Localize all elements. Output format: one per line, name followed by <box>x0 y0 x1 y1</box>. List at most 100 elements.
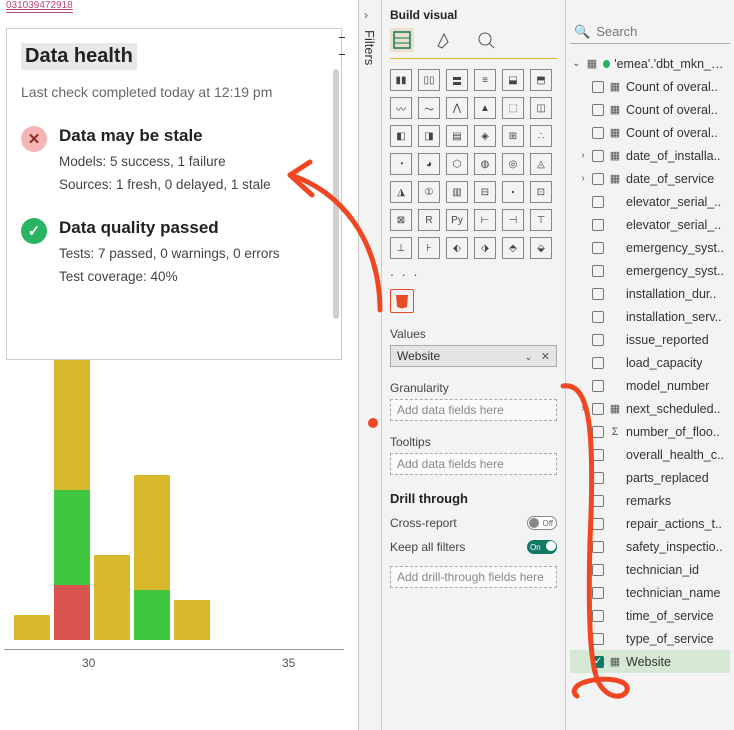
viz-type-39[interactable]: ⬗ <box>474 237 496 259</box>
field-installation_serv[interactable]: installation_serv.. <box>570 305 730 328</box>
viz-type-40[interactable]: ⬘ <box>502 237 524 259</box>
remove-field-icon[interactable]: ✕ <box>541 351 550 363</box>
viz-type-15[interactable]: ◈ <box>474 125 496 147</box>
more-visuals[interactable]: . . . <box>390 263 557 279</box>
field-checkbox[interactable] <box>592 633 604 645</box>
field-checkbox[interactable] <box>592 426 604 438</box>
viz-type-16[interactable]: ⊞ <box>502 125 524 147</box>
field-dropdown-icon[interactable]: ⌄ <box>524 352 532 363</box>
field-checkbox[interactable] <box>592 472 604 484</box>
viz-type-9[interactable]: ▲ <box>474 97 496 119</box>
viz-type-6[interactable]: 〰 <box>390 97 412 119</box>
format-visual-tab[interactable] <box>432 28 456 52</box>
viz-type-29[interactable]: ⊡ <box>530 181 552 203</box>
scrollbar[interactable] <box>333 69 339 319</box>
field-emergency_syst[interactable]: emergency_syst.. <box>570 236 730 259</box>
viz-type-10[interactable]: ⬚ <box>502 97 524 119</box>
viz-type-25[interactable]: ① <box>418 181 440 203</box>
viz-type-17[interactable]: ∴ <box>530 125 552 147</box>
bar-29[interactable] <box>54 360 90 640</box>
field-checkbox[interactable] <box>592 357 604 369</box>
field-checkbox[interactable] <box>592 403 604 415</box>
analytics-tab[interactable] <box>474 28 498 52</box>
bar-30[interactable] <box>94 555 130 640</box>
bar-32[interactable] <box>174 600 210 640</box>
viz-type-37[interactable]: ⊦ <box>418 237 440 259</box>
field-technician_id[interactable]: technician_id <box>570 558 730 581</box>
viz-type-31[interactable]: R <box>418 209 440 231</box>
field-checkbox[interactable] <box>592 219 604 231</box>
bar-chart[interactable]: 30 35 <box>4 370 344 690</box>
viz-type-19[interactable]: ◕ <box>418 153 440 175</box>
viz-type-21[interactable]: ◍ <box>474 153 496 175</box>
drillthrough-well[interactable]: Add drill-through fields here <box>390 566 557 588</box>
cross-report-toggle[interactable]: Off <box>527 516 557 530</box>
search-input[interactable] <box>596 24 726 39</box>
field-checkbox[interactable] <box>592 518 604 530</box>
field-checkbox[interactable] <box>592 334 604 346</box>
viz-type-5[interactable]: ⬒ <box>530 69 552 91</box>
viz-type-22[interactable]: ◎ <box>502 153 524 175</box>
field-checkbox[interactable] <box>592 311 604 323</box>
expand-icon[interactable]: › <box>578 173 588 184</box>
field-repair_actions_t[interactable]: repair_actions_t.. <box>570 512 730 535</box>
report-canvas[interactable]: 031039472918 Data health Last check comp… <box>0 0 358 730</box>
field-checkbox[interactable] <box>592 380 604 392</box>
field-issue_reported[interactable]: issue_reported <box>570 328 730 351</box>
field-checkbox[interactable] <box>592 81 604 93</box>
field-checkbox[interactable] <box>592 610 604 622</box>
viz-type-20[interactable]: ⬡ <box>446 153 468 175</box>
field-checkbox[interactable] <box>592 587 604 599</box>
viz-type-35[interactable]: ⊤ <box>530 209 552 231</box>
viz-type-34[interactable]: ⊣ <box>502 209 524 231</box>
viz-type-28[interactable]: ⬝ <box>502 181 524 203</box>
html-custom-visual[interactable] <box>390 289 414 313</box>
field-Countofoveral[interactable]: ▦Count of overal.. <box>570 75 730 98</box>
viz-type-8[interactable]: ⋀ <box>446 97 468 119</box>
field-checkbox[interactable] <box>592 564 604 576</box>
field-number_of_floo[interactable]: Σnumber_of_floo.. <box>570 420 730 443</box>
field-load_capacity[interactable]: load_capacity <box>570 351 730 374</box>
field-remarks[interactable]: remarks <box>570 489 730 512</box>
field-type_of_service[interactable]: type_of_service <box>570 627 730 650</box>
viz-type-36[interactable]: ⊥ <box>390 237 412 259</box>
viz-type-1[interactable]: ▯▯ <box>418 69 440 91</box>
viz-type-38[interactable]: ⬖ <box>446 237 468 259</box>
field-checkbox[interactable] <box>592 173 604 185</box>
resize-handle[interactable] <box>339 37 345 55</box>
values-field-well[interactable]: Website ⌄✕ <box>390 345 557 367</box>
field-elevator_serial_[interactable]: elevator_serial_.. <box>570 190 730 213</box>
collapse-icon[interactable]: ⌄ <box>572 58 581 69</box>
viz-type-32[interactable]: Py <box>446 209 468 231</box>
field-checkbox[interactable] <box>592 150 604 162</box>
expand-filters-icon[interactable]: › <box>364 8 368 22</box>
field-time_of_service[interactable]: time_of_service <box>570 604 730 627</box>
expand-icon[interactable]: › <box>578 150 588 161</box>
field-checkbox[interactable] <box>592 541 604 553</box>
field-safety_inspectio[interactable]: safety_inspectio.. <box>570 535 730 558</box>
viz-type-14[interactable]: ▤ <box>446 125 468 147</box>
data-health-card[interactable]: Data health Last check completed today a… <box>6 28 342 360</box>
table-node[interactable]: ⌄ ▦ 'emea'.'dbt_mkn_bron.. <box>570 52 730 75</box>
field-checkbox[interactable] <box>592 656 604 668</box>
granularity-well[interactable]: Add data fields here <box>390 399 557 421</box>
build-visual-tab[interactable] <box>390 28 414 52</box>
field-installation_dur[interactable]: installation_dur.. <box>570 282 730 305</box>
field-next_scheduled[interactable]: ›▦next_scheduled.. <box>570 397 730 420</box>
tooltips-well[interactable]: Add data fields here <box>390 453 557 475</box>
field-emergency_syst[interactable]: emergency_syst.. <box>570 259 730 282</box>
field-date_of_installa[interactable]: ›▦date_of_installa.. <box>570 144 730 167</box>
field-Website[interactable]: ▦Website <box>570 650 730 673</box>
bar-31[interactable] <box>134 475 170 640</box>
field-checkbox[interactable] <box>592 449 604 461</box>
expand-icon[interactable]: › <box>578 403 588 414</box>
field-checkbox[interactable] <box>592 104 604 116</box>
search-field[interactable]: 🔍 <box>570 20 730 44</box>
field-checkbox[interactable] <box>592 265 604 277</box>
keep-filters-toggle[interactable]: On <box>527 540 557 554</box>
viz-type-33[interactable]: ⊢ <box>474 209 496 231</box>
field-Countofoveral[interactable]: ▦Count of overal.. <box>570 121 730 144</box>
field-model_number[interactable]: model_number <box>570 374 730 397</box>
field-checkbox[interactable] <box>592 196 604 208</box>
viz-type-4[interactable]: ⬓ <box>502 69 524 91</box>
